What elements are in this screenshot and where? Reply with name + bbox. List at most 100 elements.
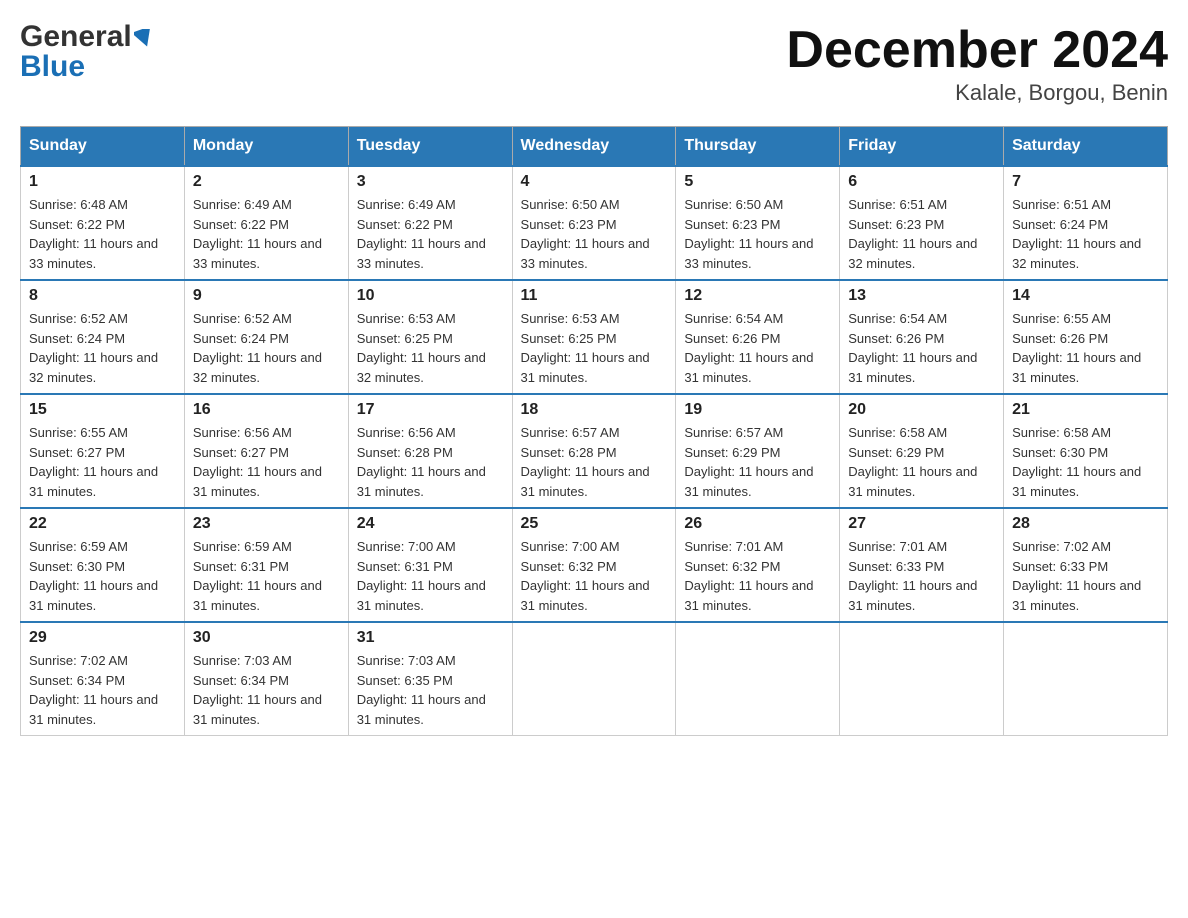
calendar-cell: 22 Sunrise: 6:59 AMSunset: 6:30 PMDaylig… xyxy=(21,508,185,622)
day-info: Sunrise: 6:59 AMSunset: 6:30 PMDaylight:… xyxy=(29,537,176,615)
location-text: Kalale, Borgou, Benin xyxy=(786,80,1168,106)
day-number: 10 xyxy=(357,287,504,305)
day-number: 20 xyxy=(848,401,995,419)
day-info: Sunrise: 6:53 AMSunset: 6:25 PMDaylight:… xyxy=(357,309,504,387)
day-number: 17 xyxy=(357,401,504,419)
day-number: 7 xyxy=(1012,173,1159,191)
day-info: Sunrise: 7:02 AMSunset: 6:34 PMDaylight:… xyxy=(29,651,176,729)
calendar-cell: 8 Sunrise: 6:52 AMSunset: 6:24 PMDayligh… xyxy=(21,280,185,394)
calendar-cell: 23 Sunrise: 6:59 AMSunset: 6:31 PMDaylig… xyxy=(184,508,348,622)
day-number: 26 xyxy=(684,515,831,533)
calendar-table: SundayMondayTuesdayWednesdayThursdayFrid… xyxy=(20,126,1168,736)
week-row-5: 29 Sunrise: 7:02 AMSunset: 6:34 PMDaylig… xyxy=(21,622,1168,736)
day-number: 4 xyxy=(521,173,668,191)
day-info: Sunrise: 7:03 AMSunset: 6:35 PMDaylight:… xyxy=(357,651,504,729)
column-header-saturday: Saturday xyxy=(1004,127,1168,167)
calendar-cell: 28 Sunrise: 7:02 AMSunset: 6:33 PMDaylig… xyxy=(1004,508,1168,622)
logo-triangle-icon xyxy=(134,29,154,49)
column-header-friday: Friday xyxy=(840,127,1004,167)
day-info: Sunrise: 7:01 AMSunset: 6:33 PMDaylight:… xyxy=(848,537,995,615)
day-number: 24 xyxy=(357,515,504,533)
month-title: December 2024 xyxy=(786,20,1168,80)
day-number: 28 xyxy=(1012,515,1159,533)
calendar-cell: 12 Sunrise: 6:54 AMSunset: 6:26 PMDaylig… xyxy=(676,280,840,394)
week-row-1: 1 Sunrise: 6:48 AMSunset: 6:22 PMDayligh… xyxy=(21,166,1168,280)
day-info: Sunrise: 6:50 AMSunset: 6:23 PMDaylight:… xyxy=(684,195,831,273)
day-info: Sunrise: 6:57 AMSunset: 6:29 PMDaylight:… xyxy=(684,423,831,501)
calendar-cell: 7 Sunrise: 6:51 AMSunset: 6:24 PMDayligh… xyxy=(1004,166,1168,280)
week-row-3: 15 Sunrise: 6:55 AMSunset: 6:27 PMDaylig… xyxy=(21,394,1168,508)
day-info: Sunrise: 6:57 AMSunset: 6:28 PMDaylight:… xyxy=(521,423,668,501)
day-number: 23 xyxy=(193,515,340,533)
day-number: 31 xyxy=(357,629,504,647)
calendar-cell: 3 Sunrise: 6:49 AMSunset: 6:22 PMDayligh… xyxy=(348,166,512,280)
calendar-cell: 14 Sunrise: 6:55 AMSunset: 6:26 PMDaylig… xyxy=(1004,280,1168,394)
calendar-cell: 27 Sunrise: 7:01 AMSunset: 6:33 PMDaylig… xyxy=(840,508,1004,622)
calendar-cell: 17 Sunrise: 6:56 AMSunset: 6:28 PMDaylig… xyxy=(348,394,512,508)
day-number: 5 xyxy=(684,173,831,191)
calendar-header-row: SundayMondayTuesdayWednesdayThursdayFrid… xyxy=(21,127,1168,167)
day-number: 8 xyxy=(29,287,176,305)
calendar-cell: 30 Sunrise: 7:03 AMSunset: 6:34 PMDaylig… xyxy=(184,622,348,736)
day-number: 6 xyxy=(848,173,995,191)
day-info: Sunrise: 6:49 AMSunset: 6:22 PMDaylight:… xyxy=(357,195,504,273)
day-number: 21 xyxy=(1012,401,1159,419)
column-header-sunday: Sunday xyxy=(21,127,185,167)
calendar-cell: 31 Sunrise: 7:03 AMSunset: 6:35 PMDaylig… xyxy=(348,622,512,736)
day-info: Sunrise: 6:56 AMSunset: 6:28 PMDaylight:… xyxy=(357,423,504,501)
day-info: Sunrise: 6:59 AMSunset: 6:31 PMDaylight:… xyxy=(193,537,340,615)
day-number: 15 xyxy=(29,401,176,419)
day-info: Sunrise: 6:48 AMSunset: 6:22 PMDaylight:… xyxy=(29,195,176,273)
day-info: Sunrise: 6:52 AMSunset: 6:24 PMDaylight:… xyxy=(193,309,340,387)
day-number: 25 xyxy=(521,515,668,533)
day-info: Sunrise: 7:00 AMSunset: 6:32 PMDaylight:… xyxy=(521,537,668,615)
day-number: 12 xyxy=(684,287,831,305)
logo-general-text: General xyxy=(20,20,132,54)
calendar-cell: 19 Sunrise: 6:57 AMSunset: 6:29 PMDaylig… xyxy=(676,394,840,508)
day-info: Sunrise: 6:52 AMSunset: 6:24 PMDaylight:… xyxy=(29,309,176,387)
calendar-cell: 9 Sunrise: 6:52 AMSunset: 6:24 PMDayligh… xyxy=(184,280,348,394)
day-info: Sunrise: 6:58 AMSunset: 6:29 PMDaylight:… xyxy=(848,423,995,501)
calendar-cell: 16 Sunrise: 6:56 AMSunset: 6:27 PMDaylig… xyxy=(184,394,348,508)
calendar-cell: 15 Sunrise: 6:55 AMSunset: 6:27 PMDaylig… xyxy=(21,394,185,508)
day-info: Sunrise: 7:02 AMSunset: 6:33 PMDaylight:… xyxy=(1012,537,1159,615)
day-number: 3 xyxy=(357,173,504,191)
calendar-cell: 10 Sunrise: 6:53 AMSunset: 6:25 PMDaylig… xyxy=(348,280,512,394)
week-row-2: 8 Sunrise: 6:52 AMSunset: 6:24 PMDayligh… xyxy=(21,280,1168,394)
day-info: Sunrise: 6:51 AMSunset: 6:24 PMDaylight:… xyxy=(1012,195,1159,273)
calendar-cell: 4 Sunrise: 6:50 AMSunset: 6:23 PMDayligh… xyxy=(512,166,676,280)
day-info: Sunrise: 6:58 AMSunset: 6:30 PMDaylight:… xyxy=(1012,423,1159,501)
day-info: Sunrise: 7:03 AMSunset: 6:34 PMDaylight:… xyxy=(193,651,340,729)
calendar-cell: 20 Sunrise: 6:58 AMSunset: 6:29 PMDaylig… xyxy=(840,394,1004,508)
calendar-cell: 2 Sunrise: 6:49 AMSunset: 6:22 PMDayligh… xyxy=(184,166,348,280)
calendar-cell: 24 Sunrise: 7:00 AMSunset: 6:31 PMDaylig… xyxy=(348,508,512,622)
calendar-cell: 1 Sunrise: 6:48 AMSunset: 6:22 PMDayligh… xyxy=(21,166,185,280)
calendar-cell xyxy=(1004,622,1168,736)
calendar-cell: 18 Sunrise: 6:57 AMSunset: 6:28 PMDaylig… xyxy=(512,394,676,508)
day-number: 27 xyxy=(848,515,995,533)
day-number: 13 xyxy=(848,287,995,305)
column-header-wednesday: Wednesday xyxy=(512,127,676,167)
day-number: 19 xyxy=(684,401,831,419)
calendar-cell: 5 Sunrise: 6:50 AMSunset: 6:23 PMDayligh… xyxy=(676,166,840,280)
logo-blue-text: Blue xyxy=(20,50,85,84)
calendar-cell: 26 Sunrise: 7:01 AMSunset: 6:32 PMDaylig… xyxy=(676,508,840,622)
day-info: Sunrise: 6:55 AMSunset: 6:26 PMDaylight:… xyxy=(1012,309,1159,387)
day-info: Sunrise: 6:56 AMSunset: 6:27 PMDaylight:… xyxy=(193,423,340,501)
day-info: Sunrise: 6:50 AMSunset: 6:23 PMDaylight:… xyxy=(521,195,668,273)
day-info: Sunrise: 6:55 AMSunset: 6:27 PMDaylight:… xyxy=(29,423,176,501)
day-info: Sunrise: 6:54 AMSunset: 6:26 PMDaylight:… xyxy=(684,309,831,387)
calendar-cell xyxy=(676,622,840,736)
day-number: 2 xyxy=(193,173,340,191)
day-info: Sunrise: 6:49 AMSunset: 6:22 PMDaylight:… xyxy=(193,195,340,273)
calendar-cell xyxy=(840,622,1004,736)
calendar-cell: 21 Sunrise: 6:58 AMSunset: 6:30 PMDaylig… xyxy=(1004,394,1168,508)
day-number: 9 xyxy=(193,287,340,305)
week-row-4: 22 Sunrise: 6:59 AMSunset: 6:30 PMDaylig… xyxy=(21,508,1168,622)
day-info: Sunrise: 7:00 AMSunset: 6:31 PMDaylight:… xyxy=(357,537,504,615)
day-number: 16 xyxy=(193,401,340,419)
logo: General Blue xyxy=(20,20,154,84)
calendar-cell: 25 Sunrise: 7:00 AMSunset: 6:32 PMDaylig… xyxy=(512,508,676,622)
day-info: Sunrise: 7:01 AMSunset: 6:32 PMDaylight:… xyxy=(684,537,831,615)
title-area: December 2024 Kalale, Borgou, Benin xyxy=(786,20,1168,106)
